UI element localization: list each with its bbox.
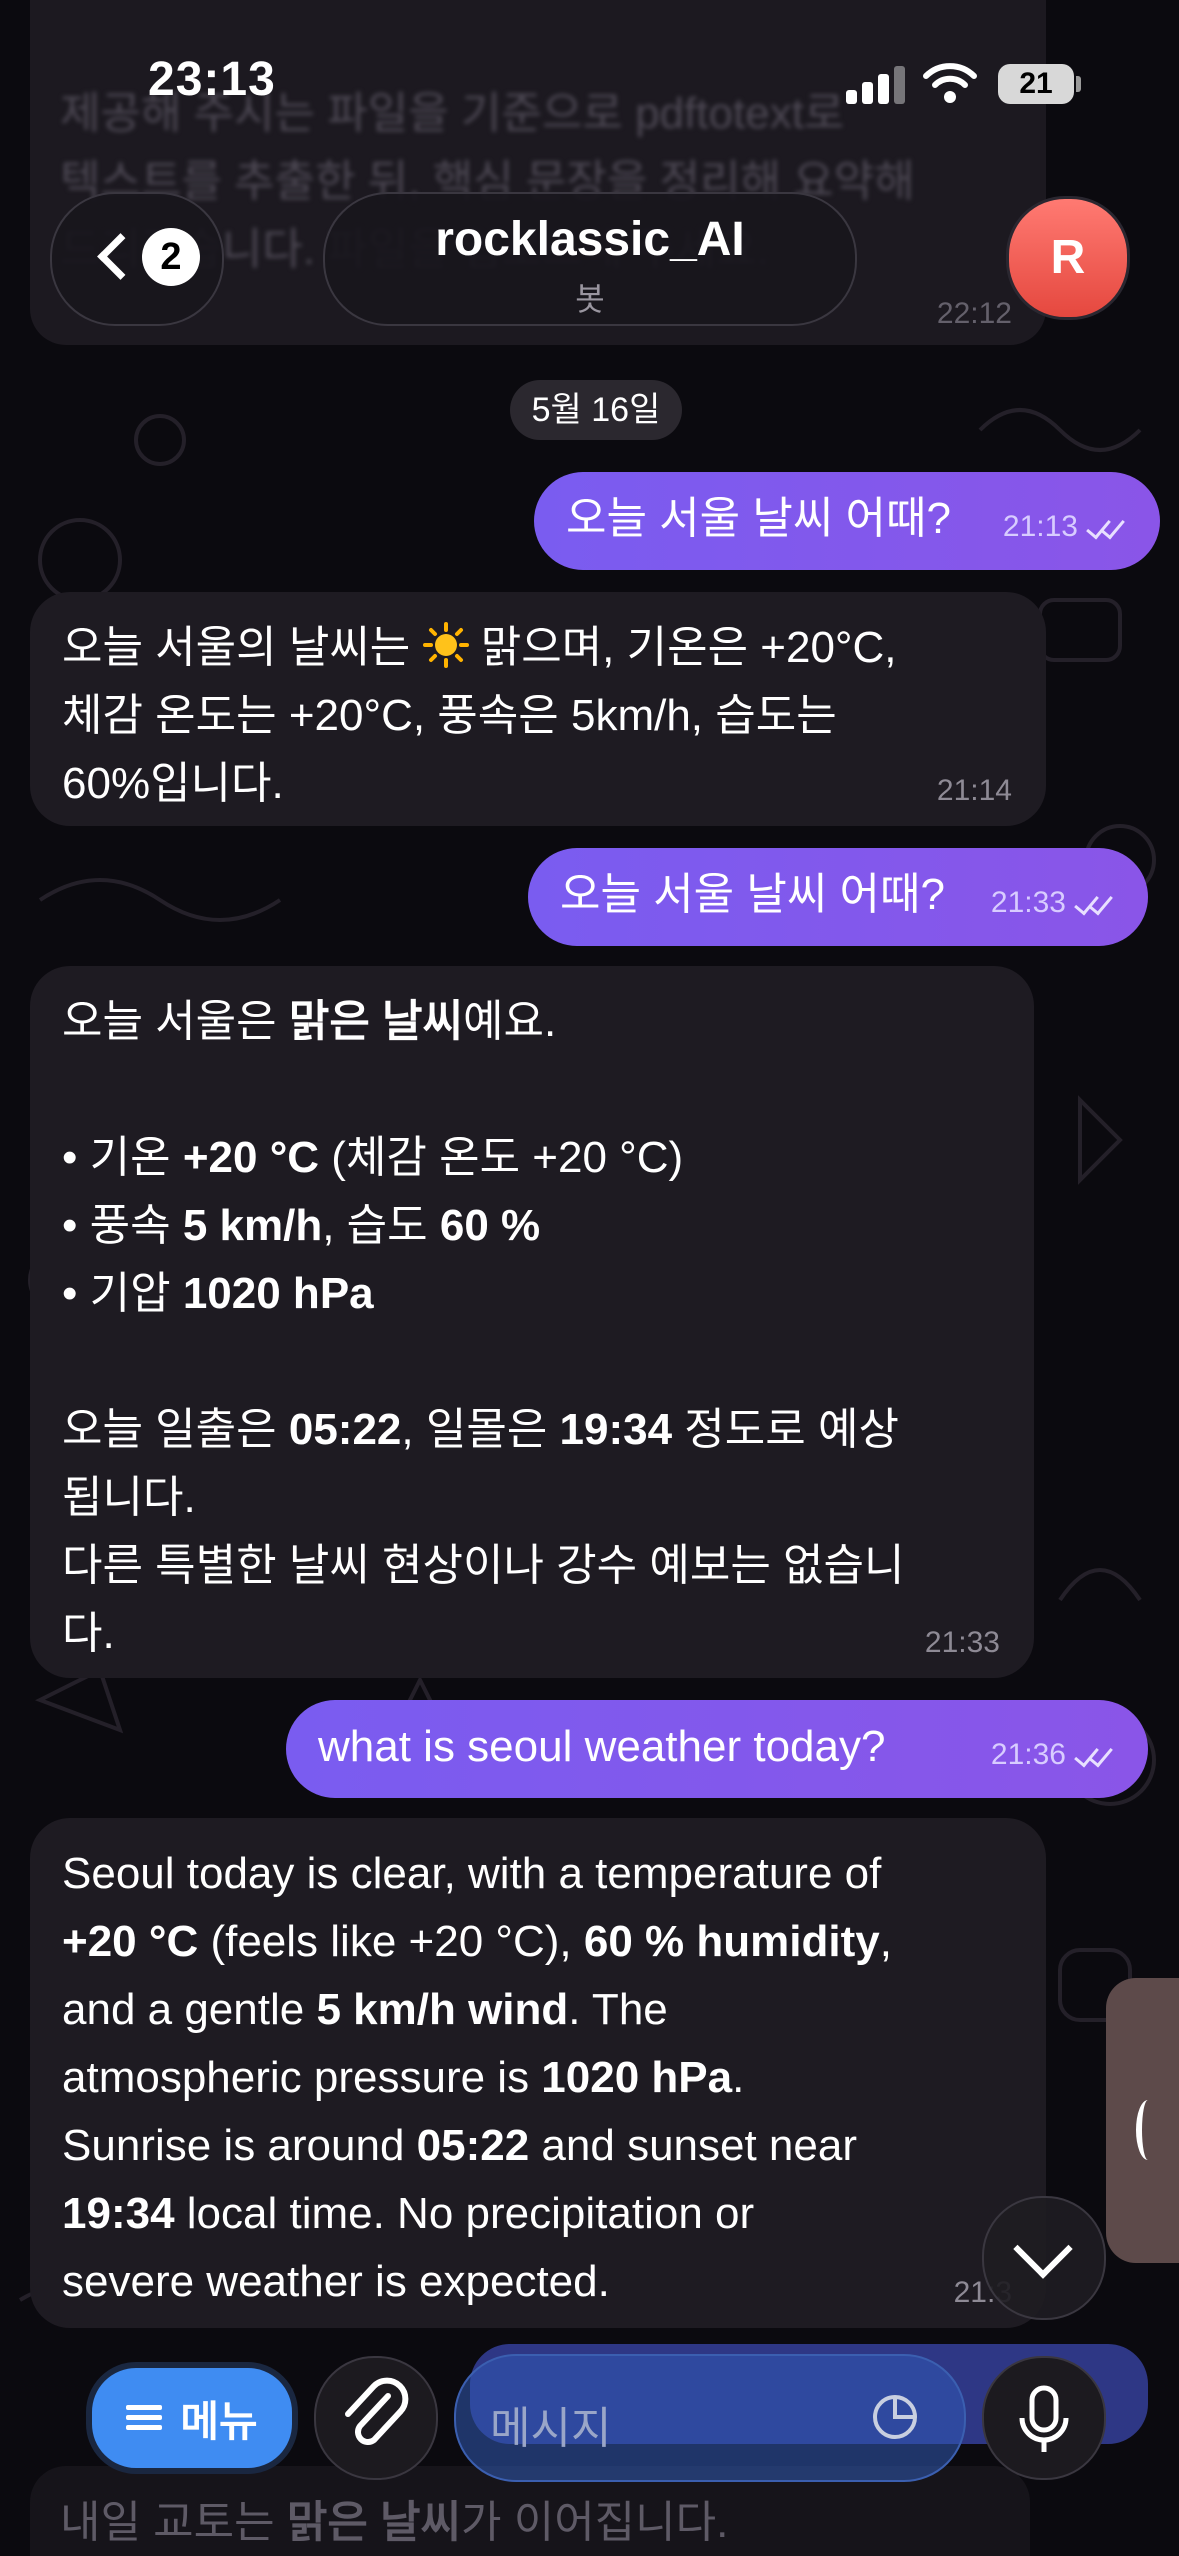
message-meta: 21:13 xyxy=(1003,502,1130,552)
attach-button[interactable] xyxy=(314,2356,438,2480)
scroll-to-bottom-button[interactable] xyxy=(982,2196,1106,2320)
double-check-icon xyxy=(1086,513,1130,541)
microphone-icon xyxy=(1019,2385,1069,2452)
message-line: 체감 온도는 +20°C, 풍속은 5km/h, 습도는 xyxy=(62,691,837,740)
chevron-left-icon xyxy=(1136,2100,1160,2160)
message-time: 21:13 xyxy=(1002,510,1078,543)
message-line: 다른 특별한 날씨 현상이나 강수 예보는 없습니 xyxy=(62,1541,905,1590)
chat-name: rocklassic_AI xyxy=(435,213,745,266)
message-line: 오늘 서울은 맑은 날씨예요. xyxy=(62,997,557,1046)
outgoing-message[interactable]: what is seoul weather today? 21:36 xyxy=(286,1700,1148,1798)
message-body: 오늘 서울은 맑은 날씨예요. • 기온 +20 °C (체감 온도 +20 °… xyxy=(62,988,1004,1668)
message-time: 21:14 xyxy=(936,774,1012,807)
unread-count-badge: 2 xyxy=(142,228,200,286)
avatar[interactable]: R xyxy=(1006,196,1130,320)
message-line: +20 °C (feels like +20 °C), 60 % humidit… xyxy=(62,1917,892,1966)
message-text: what is seoul weather today? xyxy=(318,1722,886,1771)
chat-subtitle: 봇 xyxy=(575,281,605,317)
message-input[interactable]: 메시지 xyxy=(454,2354,966,2482)
message-body: 오늘 서울의 날씨는 맑으며, 기온은 +20°C, 체감 온도는 +20°C,… xyxy=(62,614,1016,818)
chat-title[interactable]: rocklassic_AI 봇 xyxy=(323,192,857,326)
message-time: 21:33 xyxy=(924,1626,1000,1659)
message-text: 오늘 서울 날씨 어때? xyxy=(560,870,945,919)
message-line: Sunrise is around 05:22 and sunset near xyxy=(62,2121,857,2170)
message-line: 됩니다. xyxy=(62,1473,196,1522)
incoming-message[interactable]: Seoul today is clear, with a temperature… xyxy=(30,1818,1046,2328)
message-text: 오늘 서울의 날씨는 xyxy=(62,623,423,672)
message-text: 오늘 서울 날씨 어때? xyxy=(566,494,951,543)
message-meta: 21:36 xyxy=(991,1730,1118,1780)
outgoing-message[interactable]: 오늘 서울 날씨 어때? 21:33 xyxy=(528,848,1148,946)
message-line: and a gentle 5 km/h wind. The xyxy=(62,1985,668,2034)
sun-icon xyxy=(422,622,469,668)
previous-message-time: 22:12 xyxy=(936,297,1012,330)
message-line: • 풍속 5 km/h, 습도 60 % xyxy=(62,1201,541,1250)
incoming-message[interactable]: 오늘 서울은 맑은 날씨예요. • 기온 +20 °C (체감 온도 +20 °… xyxy=(30,966,1034,1678)
outgoing-message[interactable]: 오늘 서울 날씨 어때? 21:13 xyxy=(534,472,1160,570)
back-button[interactable]: 2 xyxy=(50,192,224,326)
message-line: 오늘 서울의 날씨는 맑으며, 기온은 +20°C, xyxy=(62,614,1016,682)
message-body: Seoul today is clear, with a temperature… xyxy=(62,1840,1016,2316)
next-message-text: 내일 교토는 맑은 날씨가 이어집니다. xyxy=(60,2498,729,2547)
message-time: 21:33 xyxy=(990,886,1066,919)
date-separator: 5월 16일 xyxy=(510,380,682,440)
message-line: 다. xyxy=(62,1609,115,1658)
message-text: 맑으며, 기온은 +20°C, xyxy=(468,623,897,672)
side-panel-handle[interactable] xyxy=(1106,1978,1179,2263)
message-line: • 기압 1020 hPa xyxy=(62,1269,374,1318)
message-time: 21:36 xyxy=(990,1738,1066,1771)
battery-icon: 21 xyxy=(998,64,1074,104)
message-line: severe weather is expected. xyxy=(62,2257,610,2306)
double-check-icon xyxy=(1074,1741,1118,1769)
menu-label: 메뉴 xyxy=(180,2397,258,2445)
message-input-placeholder: 메시지 xyxy=(490,2404,612,2453)
paperclip-icon xyxy=(345,2377,409,2445)
message-line: Seoul today is clear, with a temperature… xyxy=(62,1849,882,1898)
message-meta: 21:33 xyxy=(991,878,1118,928)
menu-icon xyxy=(126,2405,163,2431)
wifi-icon xyxy=(923,63,977,103)
chevron-left-icon xyxy=(97,233,144,280)
battery-tip xyxy=(1076,76,1081,92)
message-line: • 기온 +20 °C (체감 온도 +20 °C) xyxy=(62,1133,684,1182)
microphone-button[interactable] xyxy=(982,2356,1106,2480)
sticker-icon[interactable] xyxy=(870,2392,920,2442)
double-check-icon xyxy=(1074,889,1118,917)
status-time: 23:13 xyxy=(148,53,276,106)
message-line: 19:34 local time. No precipitation or xyxy=(62,2189,755,2238)
chevron-down-icon xyxy=(1013,2219,1073,2279)
message-line: 오늘 일출은 05:22, 일몰은 19:34 정도로 예상 xyxy=(62,1405,899,1454)
cellular-signal-icon xyxy=(846,66,906,104)
message-line: atmospheric pressure is 1020 hPa. xyxy=(62,2053,745,2102)
message-line: 60%입니다. xyxy=(62,759,284,808)
incoming-message[interactable]: 오늘 서울의 날씨는 맑으며, 기온은 +20°C, 체감 온도는 +20°C,… xyxy=(30,592,1046,826)
menu-button[interactable]: 메뉴 xyxy=(86,2362,298,2474)
